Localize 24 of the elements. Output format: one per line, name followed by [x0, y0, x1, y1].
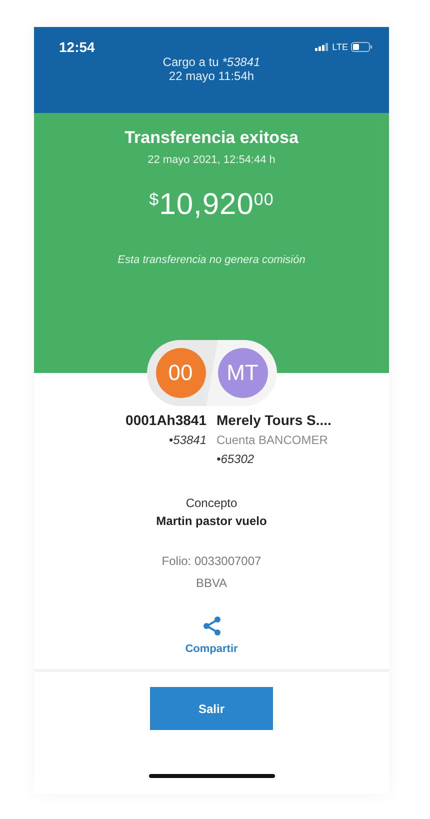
initials-avatar: 00: [156, 348, 206, 398]
battery-icon: [351, 42, 373, 52]
charge-date: 22 mayo 11:54h: [168, 69, 256, 83]
folio-number: Folio: 0033007007: [162, 554, 262, 568]
party-name: Merely Tours S....: [216, 412, 332, 428]
concept-label: Concepto: [186, 496, 238, 510]
concept-value: Martin pastor vuelo: [156, 514, 267, 528]
party-account: •53841: [168, 433, 206, 447]
signal-icon: [315, 43, 330, 51]
party-name: 0001Ah3841: [124, 412, 206, 428]
initials-avatar: MT: [218, 348, 268, 398]
network-label: LTE: [332, 42, 348, 52]
party-bank: Cuenta BANCOMER: [216, 433, 329, 447]
charge-account: Cargo a tu *53841: [162, 55, 262, 69]
status-time: 12:54: [59, 39, 95, 55]
party-account: •65302: [216, 452, 256, 466]
bank-name: BBVA: [196, 576, 228, 590]
share-link[interactable]: Compartir: [185, 643, 238, 655]
transfer-date: 22 mayo 2021, 12:54:44 h: [148, 154, 276, 166]
success-title: Transferencia exitosa: [124, 128, 298, 148]
fee-note: Esta transferencia no genera comisión: [118, 254, 306, 266]
exit-button[interactable]: Salir: [150, 687, 273, 730]
amount: $^{$}$10,920$^{00}$: [149, 188, 274, 222]
share-icon[interactable]: [202, 616, 222, 636]
